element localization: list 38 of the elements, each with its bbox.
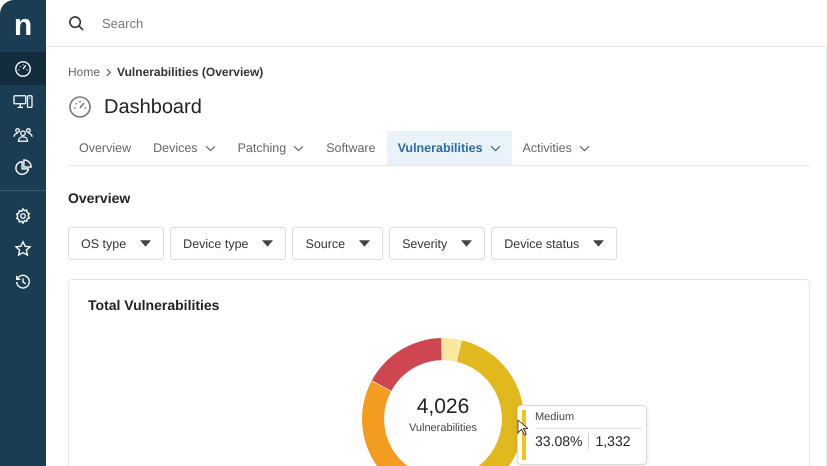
settings-icon (14, 206, 32, 224)
pie-chart-icon (14, 158, 32, 176)
search-icon (68, 14, 85, 32)
history-icon (14, 272, 32, 290)
caret-down-icon (262, 240, 274, 247)
page-title: Dashboard (104, 96, 202, 118)
caret-down-icon (461, 240, 472, 247)
caret-down-icon (140, 240, 152, 247)
card-title: Total Vulnerabilities (88, 297, 220, 313)
dashboard-nav-button[interactable] (0, 52, 46, 85)
chevron-right-icon (105, 68, 112, 76)
tab[interactable]: Vulnerabilities (386, 131, 512, 165)
tooltip-count: 1,332 (595, 433, 631, 449)
filter-dropdown[interactable]: Device type (170, 227, 286, 260)
gauge-icon (68, 95, 92, 119)
tab[interactable]: Patching (226, 131, 316, 165)
breadcrumb-link[interactable]: Home (68, 65, 100, 79)
filter-dropdown[interactable]: OS type (68, 227, 164, 260)
caret-down-icon (593, 240, 604, 247)
star-icon (14, 240, 32, 258)
computer-icon (13, 92, 33, 110)
filter-dropdown[interactable]: Source (292, 227, 384, 260)
section-title: Overview (68, 190, 132, 206)
users-icon (13, 126, 33, 144)
tooltip-percent: 33.08% (535, 433, 582, 449)
filter-dropdown[interactable]: Device status (491, 227, 618, 260)
tab[interactable]: Overview (68, 131, 142, 165)
total-count: 4,026 (416, 395, 470, 419)
tooltip-label: Medium (535, 410, 642, 429)
breadcrumb-current: Vulnerabilities (Overview) (117, 65, 264, 79)
gauge-icon (14, 60, 32, 78)
total-label: Vulnerabilities (408, 422, 478, 434)
tab[interactable]: Software (315, 131, 387, 165)
caret-down-icon (359, 240, 370, 247)
tab[interactable]: Activities (512, 131, 601, 165)
tab[interactable]: Devices (142, 131, 227, 165)
filter-dropdown[interactable]: Severity (389, 227, 486, 260)
logo: n (14, 8, 32, 44)
